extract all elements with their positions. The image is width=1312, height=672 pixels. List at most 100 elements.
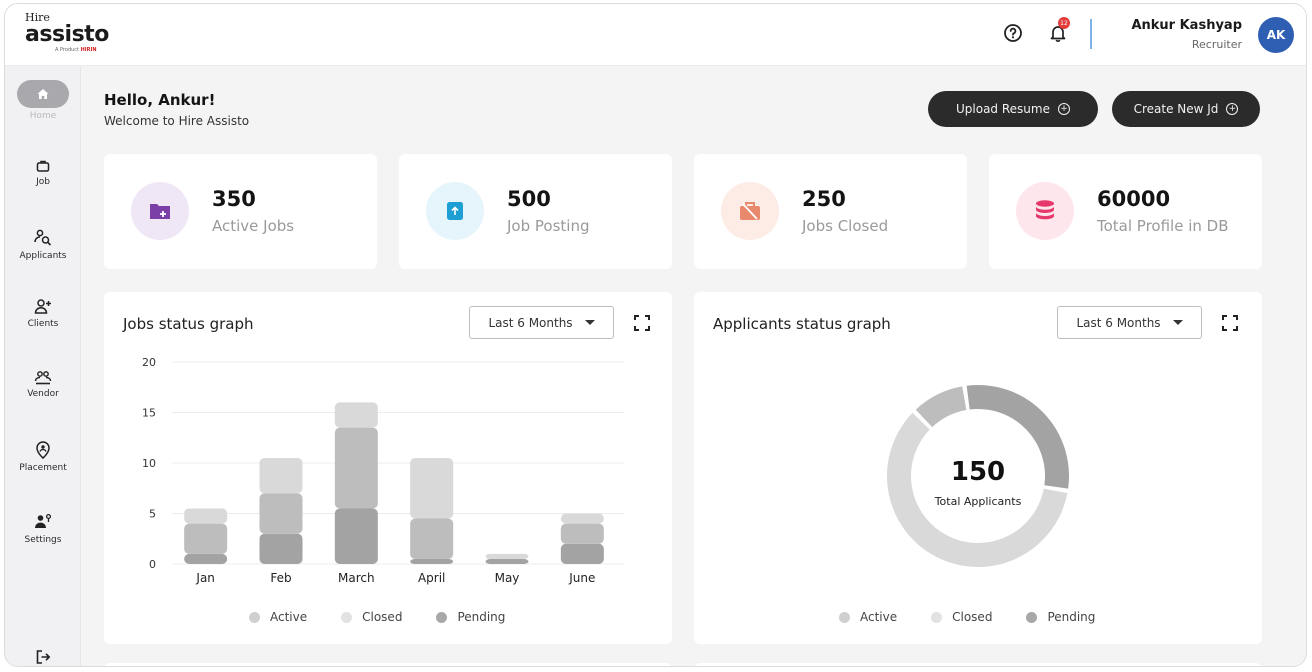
help-icon[interactable]: [1002, 22, 1024, 44]
home-icon-pill: [17, 80, 69, 108]
sidebar-item-label: Placement: [19, 463, 67, 473]
user-settings-icon: [35, 513, 52, 528]
user-name[interactable]: Ankur Kashyap: [1131, 18, 1242, 33]
stat-value: 60000: [1097, 187, 1171, 211]
stat-card-jobs-closed[interactable]: 250 Jobs Closed: [694, 154, 967, 269]
legend-label: Active: [270, 610, 308, 624]
donut-slice-pending[interactable]: [915, 386, 967, 428]
stat-label: Active Jobs: [212, 217, 295, 235]
main-content: Hello, Ankur! Welcome to Hire Assisto Up…: [82, 66, 1306, 666]
bar-segment-closed[interactable]: [259, 493, 303, 534]
sidebar-item-settings[interactable]: Settings: [5, 512, 81, 545]
greeting-title: Hello, Ankur!: [104, 91, 216, 109]
home-icon: [37, 89, 49, 99]
bar-segment-pending[interactable]: [560, 543, 604, 564]
tagline-prefix: A Product: [55, 47, 79, 53]
applicants-donut-chart: 150 Total Applicants: [887, 385, 1069, 567]
top-header: Hire assisto A Product HIRIN 12 Ankur Ka…: [5, 4, 1306, 66]
sidebar-item-job[interactable]: Job: [5, 158, 81, 187]
bar-segment-pending[interactable]: [334, 508, 378, 564]
stat-value: 500: [507, 187, 551, 211]
database-icon: [1016, 182, 1074, 240]
bar-segment-pending[interactable]: [259, 533, 303, 564]
sidebar-item-home[interactable]: Home: [5, 80, 81, 121]
y-tick-label: 10: [142, 457, 156, 470]
briefcase-icon: [36, 160, 50, 172]
donut-center-label: Total Applicants: [934, 495, 1022, 508]
logout-icon: [36, 650, 51, 664]
add-user-icon: [34, 299, 51, 314]
bar-segment-active[interactable]: [259, 457, 303, 494]
bar-segment-pending[interactable]: [485, 558, 529, 564]
legend-item-closed: Closed: [931, 610, 992, 624]
avatar[interactable]: AK: [1258, 17, 1294, 53]
create-new-jd-label: Create New Jd: [1133, 102, 1219, 116]
legend-label: Pending: [1047, 610, 1096, 624]
applicants-status-panel: Applicants status graph Last 6 Months 15…: [694, 292, 1262, 644]
stat-value: 250: [802, 187, 846, 211]
x-tick-label: April: [418, 571, 445, 585]
stat-label: Job Posting: [507, 217, 590, 235]
stat-card-active-jobs[interactable]: 350 Active Jobs: [104, 154, 377, 269]
bar-segment-active[interactable]: [334, 402, 378, 428]
legend-item-closed: Closed: [341, 610, 402, 624]
logout-button[interactable]: [5, 648, 81, 666]
plus-circle-icon: +: [1057, 103, 1070, 115]
sidebar-item-placement[interactable]: Placement: [5, 440, 81, 473]
jobs-bar-chart: 0 5 10 15 20 Jan Feb March April May June: [142, 356, 624, 585]
y-tick-label: 5: [149, 508, 156, 521]
bar-segment-pending[interactable]: [410, 558, 454, 564]
bar-segment-active[interactable]: [560, 513, 604, 524]
sidebar-item-clients[interactable]: Clients: [5, 298, 81, 329]
bar-segment-closed[interactable]: [184, 523, 228, 554]
notification-bell-icon[interactable]: 12: [1047, 17, 1070, 44]
stat-card-job-posting[interactable]: 500 Job Posting: [399, 154, 672, 269]
job-upload-icon: [426, 182, 484, 240]
bar-segment-closed[interactable]: [334, 427, 378, 509]
x-tick-label: Jan: [195, 571, 215, 585]
legend-label: Pending: [457, 610, 506, 624]
upload-resume-label: Upload Resume: [956, 102, 1050, 116]
placement-pin-icon: [36, 441, 50, 459]
bar-segment-active[interactable]: [410, 457, 454, 519]
bar-segment-closed[interactable]: [410, 518, 454, 559]
x-tick-label: May: [495, 571, 520, 585]
sidebar-item-label: Clients: [27, 319, 59, 329]
bar-segment-closed[interactable]: [560, 523, 604, 544]
sidebar-item-label: Settings: [24, 535, 62, 545]
stat-label: Total Profile in DB: [1097, 217, 1229, 235]
legend-swatch: [839, 611, 850, 623]
greeting-subtitle: Welcome to Hire Assisto: [104, 114, 250, 128]
stat-label: Jobs Closed: [802, 217, 889, 235]
legend-label: Closed: [362, 610, 403, 624]
legend-swatch: [1026, 611, 1038, 623]
stat-card-total-profile[interactable]: 60000 Total Profile in DB: [989, 154, 1262, 269]
donut-slice-closed[interactable]: [887, 412, 1068, 567]
logo[interactable]: Hire assisto A Product HIRIN: [25, 12, 109, 54]
legend-item-pending: Pending: [1026, 610, 1095, 624]
sidebar-item-applicants[interactable]: Applicants: [5, 228, 81, 261]
bar-segment-active[interactable]: [485, 553, 529, 559]
upload-resume-button[interactable]: Upload Resume +: [928, 91, 1098, 127]
sidebar-item-label: Home: [29, 111, 57, 121]
notification-count-badge: 12: [1058, 17, 1070, 29]
applicants-legend: Active Closed Pending: [839, 610, 1095, 624]
legend-swatch: [436, 611, 448, 623]
y-tick-label: 0: [149, 558, 156, 571]
x-tick-label: March: [338, 571, 375, 585]
applicants-search-icon: [34, 229, 52, 246]
legend-item-pending: Pending: [436, 610, 505, 624]
legend-swatch: [931, 611, 943, 623]
jobs-legend: Active Closed Pending: [249, 610, 505, 624]
folder-add-icon: [131, 182, 189, 240]
y-tick-label: 15: [142, 407, 156, 420]
legend-swatch: [341, 611, 353, 623]
sidebar-item-vendor[interactable]: Vendor: [5, 370, 81, 399]
bar-segment-pending[interactable]: [184, 553, 228, 564]
plus-circle-icon: +: [1226, 103, 1239, 115]
legend-item-active: Active: [839, 610, 897, 624]
create-new-jd-button[interactable]: Create New Jd +: [1112, 91, 1260, 127]
bottom-card-right: [694, 663, 1262, 666]
briefcase-closed-icon: [721, 182, 779, 240]
bar-segment-active[interactable]: [184, 508, 228, 524]
